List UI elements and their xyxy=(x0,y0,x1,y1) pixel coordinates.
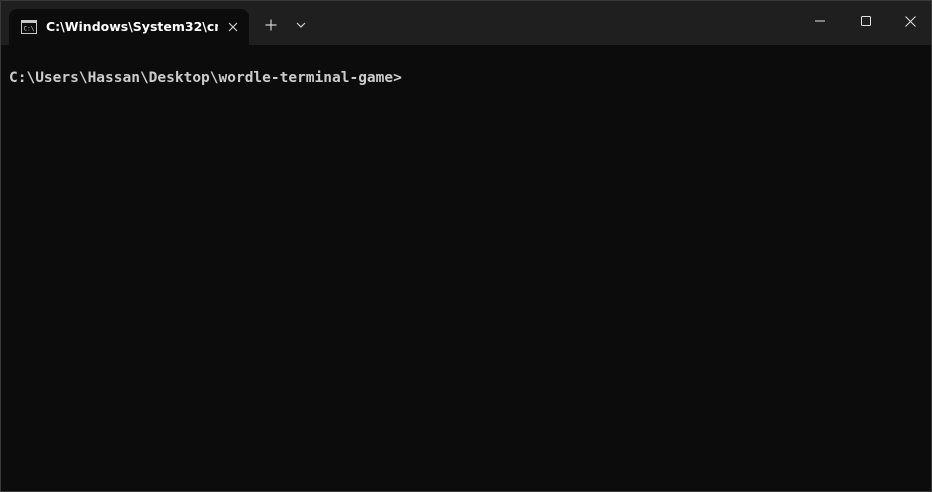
cmd-icon: C:\ xyxy=(21,19,37,34)
title-bar[interactable]: C:\ C:\Windows\System32\cmd.e xyxy=(1,1,931,45)
tab-title: C:\Windows\System32\cmd.e xyxy=(46,19,218,34)
close-icon[interactable] xyxy=(223,17,243,37)
chevron-down-icon[interactable] xyxy=(290,13,312,37)
close-icon[interactable] xyxy=(887,1,932,41)
minimize-icon[interactable] xyxy=(797,1,843,41)
maximize-icon[interactable] xyxy=(843,1,889,41)
terminal-area[interactable]: C:\Users\Hassan\Desktop\wordle-terminal-… xyxy=(1,45,931,491)
svg-text:C:\: C:\ xyxy=(24,26,35,33)
plus-icon[interactable] xyxy=(259,13,283,37)
terminal-window: C:\ C:\Windows\System32\cmd.e xyxy=(0,0,932,492)
command-prompt: C:\Users\Hassan\Desktop\wordle-terminal-… xyxy=(9,70,402,86)
tab-cmd[interactable]: C:\ C:\Windows\System32\cmd.e xyxy=(9,9,249,45)
